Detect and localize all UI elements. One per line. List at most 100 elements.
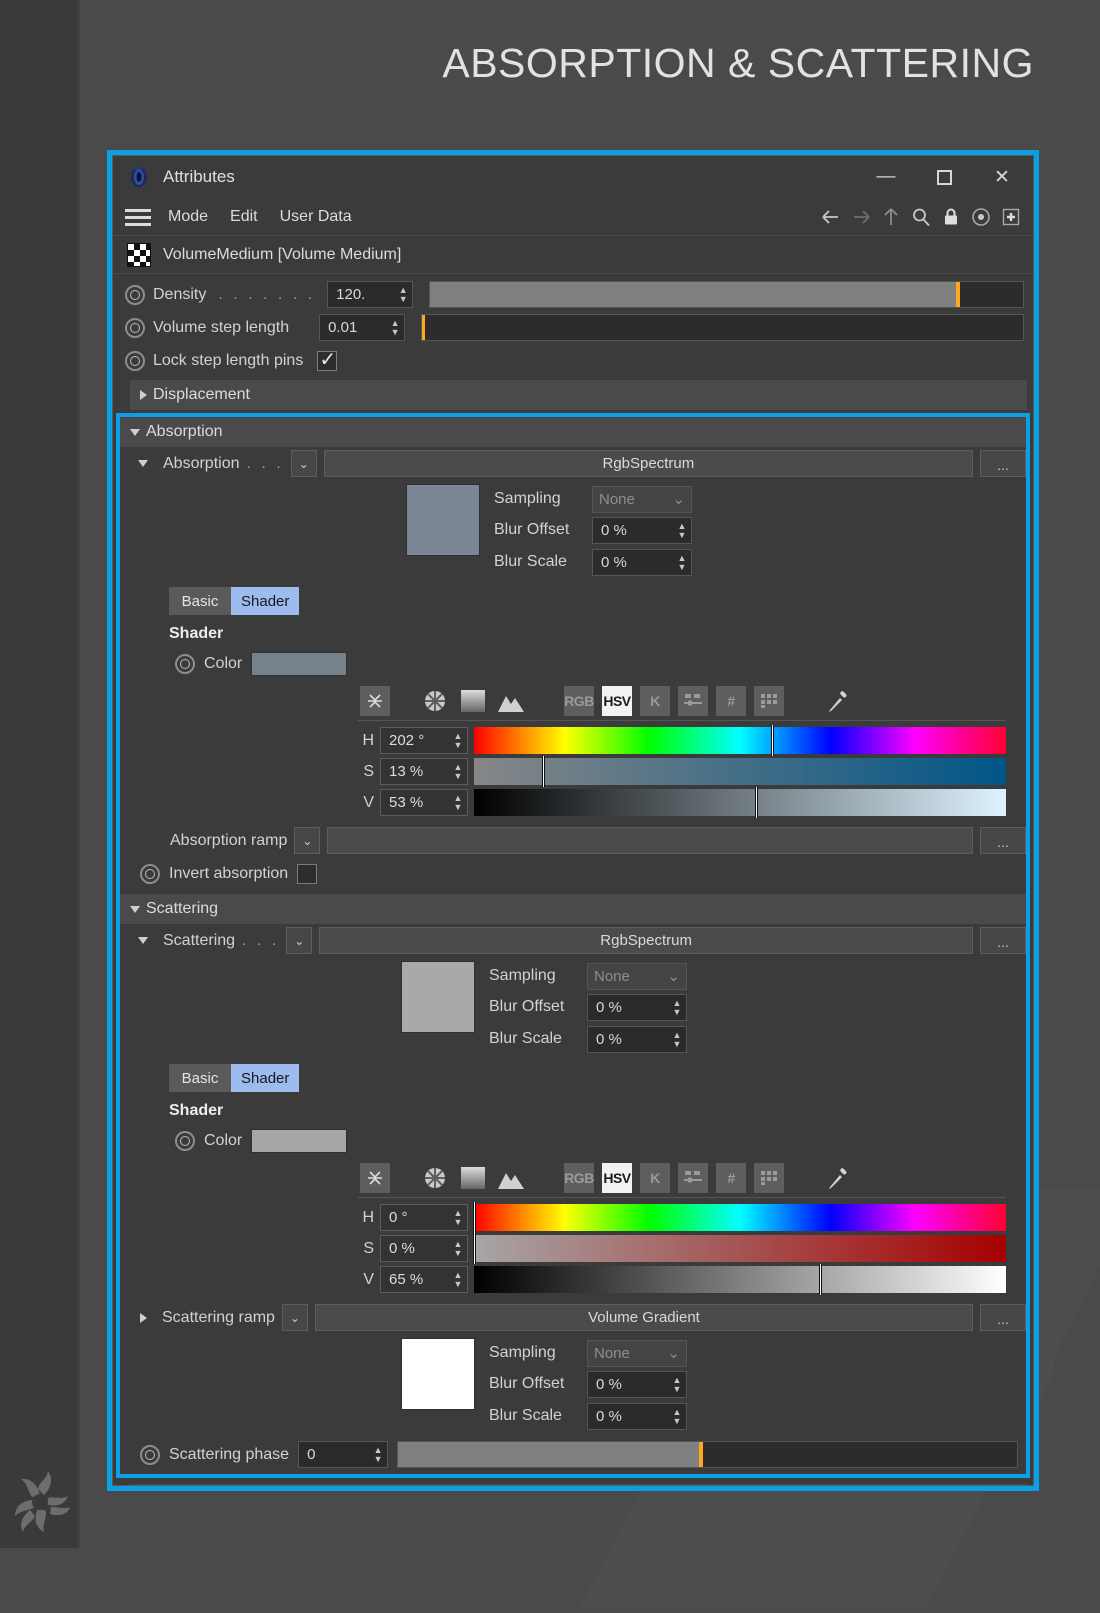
scattering-phase-animate-toggle[interactable] [140, 1444, 160, 1465]
volume-step-length-stepper[interactable]: ▲ ▼ [388, 319, 402, 337]
maximize-button[interactable] [915, 157, 973, 197]
lock-step-length-pins-checkbox[interactable] [317, 347, 338, 372]
scattering-value-input[interactable]: 65 % ▲ ▼ [380, 1266, 468, 1293]
absorption-link-dropdown[interactable]: ⌄ [290, 450, 317, 477]
scattering-eyedropper-icon[interactable] [824, 1163, 854, 1193]
volume-step-length-slider[interactable] [421, 314, 1024, 341]
scattering-ramp-blur-scale-stepper[interactable]: ▲ ▼ [670, 1407, 684, 1425]
absorption-value-stepper[interactable]: ▲ ▼ [451, 794, 465, 812]
scattering-phase-input[interactable]: 0 ▲ ▼ [298, 1441, 389, 1468]
scattering-hue-input[interactable]: 0 ° ▲ ▼ [380, 1204, 468, 1231]
menu-item-mode[interactable]: Mode [157, 205, 219, 229]
hamburger-menu-icon[interactable] [125, 208, 151, 226]
scattering-hue-bar[interactable] [473, 1202, 1006, 1233]
volume-step-length-animate-toggle[interactable] [125, 317, 145, 338]
density-slider[interactable] [429, 281, 1024, 308]
scattering-mode-grid-icon[interactable] [754, 1163, 784, 1193]
volume-step-length-input[interactable]: 0.01 ▲ ▼ [319, 314, 406, 341]
object-row[interactable]: VolumeMedium [Volume Medium] [113, 236, 1033, 274]
scattering-phase-slider[interactable] [397, 1441, 1018, 1468]
absorption-hue-bar[interactable] [474, 725, 1006, 756]
scattering-colorwheel-icon[interactable] [420, 1163, 450, 1193]
absorption-tab-shader[interactable]: Shader [231, 587, 300, 615]
lock-icon[interactable] [939, 205, 963, 229]
menu-item-user-data[interactable]: User Data [269, 205, 363, 229]
density-input[interactable]: 120. ▲ ▼ [327, 281, 414, 308]
target-icon[interactable] [969, 205, 993, 229]
scattering-tab-basic[interactable]: Basic [169, 1064, 231, 1092]
section-emission[interactable]: Emission [130, 1484, 1027, 1485]
scattering-ramp-blur-scale-input[interactable]: 0 % ▲ ▼ [587, 1402, 687, 1430]
absorption-collapse-icon[interactable] [360, 686, 390, 716]
scattering-saturation-input[interactable]: 0 % ▲ ▼ [380, 1235, 468, 1262]
scattering-mode-rgb[interactable]: RGB [564, 1163, 594, 1193]
absorption-tab-basic[interactable]: Basic [169, 587, 231, 615]
search-icon[interactable] [909, 205, 933, 229]
back-arrow-icon[interactable] [819, 205, 843, 229]
scattering-image-icon[interactable] [496, 1163, 526, 1193]
absorption-saturation-stepper[interactable]: ▲ ▼ [451, 763, 465, 781]
absorption-value-bar[interactable] [474, 787, 1006, 818]
absorption-mode-rgb[interactable]: RGB [564, 686, 594, 716]
scattering-ramp-value[interactable]: Volume Gradient [314, 1304, 973, 1331]
scattering-tab-shader[interactable]: Shader [231, 1064, 300, 1092]
scattering-hue-stepper[interactable]: ▲ ▼ [451, 1209, 465, 1227]
absorption-mode-grid-icon[interactable] [754, 686, 784, 716]
scattering-ramp-expand-chevron-icon[interactable] [140, 1312, 147, 1323]
scattering-saturation-stepper[interactable]: ▲ ▼ [451, 1240, 465, 1258]
scattering-expand-chevron-icon[interactable] [138, 937, 148, 944]
section-absorption[interactable]: Absorption [120, 417, 1026, 447]
absorption-value-input[interactable]: 53 % ▲ ▼ [380, 789, 468, 816]
up-arrow-icon[interactable] [879, 205, 903, 229]
absorption-mode-k[interactable]: K [640, 686, 670, 716]
scattering-phase-stepper[interactable]: ▲ ▼ [371, 1446, 385, 1464]
absorption-hue-stepper[interactable]: ▲ ▼ [451, 732, 465, 750]
absorption-saturation-bar[interactable] [474, 756, 1006, 787]
scattering-blur-scale-input[interactable]: 0 % ▲ ▼ [587, 1025, 687, 1053]
absorption-gradient-icon[interactable] [458, 686, 488, 716]
absorption-mode-slider-icon[interactable] [678, 686, 708, 716]
scattering-mode-k[interactable]: K [640, 1163, 670, 1193]
scattering-value-stepper[interactable]: ▲ ▼ [451, 1271, 465, 1289]
absorption-sampling-select[interactable]: None ⌄ [592, 485, 692, 513]
absorption-mode-hex[interactable]: # [716, 686, 746, 716]
scattering-saturation-bar[interactable] [473, 1233, 1006, 1264]
absorption-blur-offset-input[interactable]: 0 % ▲ ▼ [592, 516, 692, 544]
absorption-blur-scale-stepper[interactable]: ▲ ▼ [675, 553, 689, 571]
absorption-colorwheel-icon[interactable] [420, 686, 450, 716]
scattering-sampling-select[interactable]: None ⌄ [587, 962, 687, 990]
absorption-expand-chevron-icon[interactable] [138, 460, 148, 467]
scattering-link-value[interactable]: RgbSpectrum [319, 927, 973, 954]
scattering-ramp-sampling-select[interactable]: None ⌄ [587, 1339, 687, 1367]
close-button[interactable]: ✕ [973, 157, 1031, 197]
scattering-mode-hex[interactable]: # [716, 1163, 746, 1193]
scattering-ramp-blur-offset-input[interactable]: 0 % ▲ ▼ [587, 1370, 687, 1398]
scattering-ramp-dropdown[interactable]: ⌄ [281, 1304, 308, 1331]
absorption-saturation-input[interactable]: 13 % ▲ ▼ [380, 758, 468, 785]
invert-absorption-checkbox[interactable] [297, 863, 318, 884]
scattering-color-animate-toggle[interactable] [175, 1130, 195, 1151]
scattering-link-dropdown[interactable]: ⌄ [286, 927, 313, 954]
scattering-mode-hsv[interactable]: HSV [602, 1163, 632, 1193]
density-animate-toggle[interactable] [125, 284, 145, 305]
absorption-hue-input[interactable]: 202 ° ▲ ▼ [380, 727, 468, 754]
absorption-image-icon[interactable] [496, 686, 526, 716]
scattering-color-swatch[interactable] [251, 1128, 348, 1153]
absorption-ramp-value[interactable] [327, 827, 973, 854]
absorption-color-swatch[interactable] [251, 651, 348, 676]
scattering-blur-offset-input[interactable]: 0 % ▲ ▼ [587, 993, 687, 1021]
add-pane-icon[interactable] [999, 205, 1023, 229]
scattering-mode-slider-icon[interactable] [678, 1163, 708, 1193]
scattering-value-bar[interactable] [474, 1264, 1006, 1295]
lock-step-length-pins-animate-toggle[interactable] [125, 350, 145, 371]
minimize-button[interactable]: — [857, 157, 915, 197]
scattering-ramp-more-button[interactable]: ... [980, 1304, 1026, 1331]
absorption-ramp-more-button[interactable]: ... [980, 827, 1026, 854]
absorption-ramp-dropdown[interactable]: ⌄ [294, 827, 321, 854]
absorption-color-animate-toggle[interactable] [175, 653, 195, 674]
scattering-ramp-preview-swatch[interactable] [401, 1338, 475, 1410]
absorption-link-more-button[interactable]: ... [980, 450, 1026, 477]
scattering-gradient-icon[interactable] [458, 1163, 488, 1193]
forward-arrow-icon[interactable] [849, 205, 873, 229]
invert-absorption-animate-toggle[interactable] [140, 863, 160, 884]
